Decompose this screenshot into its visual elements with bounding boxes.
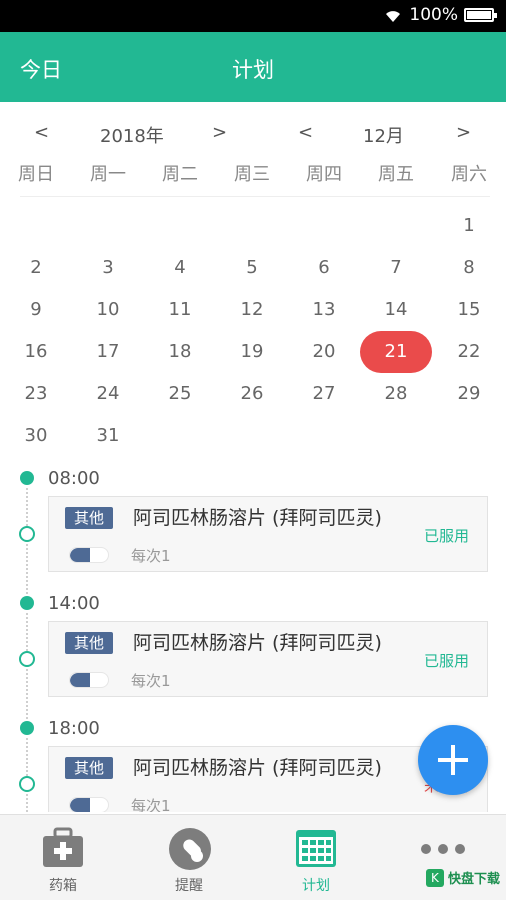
prev-month-button[interactable]: < xyxy=(298,122,313,143)
calendar-day[interactable]: 14 xyxy=(360,289,432,331)
calendar-day[interactable]: 4 xyxy=(144,247,216,289)
time-dot xyxy=(20,596,34,610)
calendar-day[interactable]: 2 xyxy=(0,247,72,289)
schedule-time: 08:00 xyxy=(48,468,100,489)
drug-name: 阿司匹林肠溶片 (拜阿司匹灵) xyxy=(133,632,382,654)
weekday-sat: 周六 xyxy=(451,164,487,185)
calendar-day[interactable]: 30 xyxy=(0,415,72,457)
timeline-marker xyxy=(19,776,35,792)
schedule-time: 18:00 xyxy=(48,718,100,739)
status-right: 100% xyxy=(383,5,497,25)
battery-text: 100% xyxy=(409,5,458,25)
pill-icon xyxy=(69,797,109,812)
calendar-day[interactable]: 31 xyxy=(72,415,144,457)
medication-card[interactable]: 其他 阿司匹林肠溶片 (拜阿司匹灵) 每次1 已服用 xyxy=(48,496,488,572)
schedule-time: 14:00 xyxy=(48,593,100,614)
calendar-day[interactable]: 29 xyxy=(433,373,505,415)
selected-day-label: 21 xyxy=(360,331,432,373)
weekday-fri: 周五 xyxy=(378,164,414,185)
weekday-thu: 周四 xyxy=(306,164,342,185)
medication-card[interactable]: 其他 阿司匹林肠溶片 (拜阿司匹灵) 每次1 已服用 xyxy=(48,621,488,697)
calendar-day[interactable]: 10 xyxy=(72,289,144,331)
timeline-connector xyxy=(26,794,28,812)
calendar-day[interactable]: 12 xyxy=(216,289,288,331)
taken-status[interactable]: 已服用 xyxy=(424,650,469,671)
calendar-day[interactable]: 13 xyxy=(288,289,360,331)
tab-label: 药箱 xyxy=(49,878,77,894)
reminder-icon xyxy=(169,828,211,870)
calendar-day[interactable]: 1 xyxy=(433,205,505,247)
watermark: K 快盘下载 xyxy=(425,868,500,887)
calendar-day[interactable]: 11 xyxy=(144,289,216,331)
calendar-navigation: < 2018年 > < 12月 > xyxy=(0,112,506,152)
more-dots-icon xyxy=(421,844,465,854)
calendar-day[interactable]: 23 xyxy=(0,373,72,415)
medicine-box-icon xyxy=(43,827,83,867)
bottom-tab-bar: 药箱 提醒 计划 xyxy=(0,814,506,900)
calendar-day[interactable]: 19 xyxy=(216,331,288,373)
calendar-day[interactable]: 7 xyxy=(360,247,432,289)
tab-more[interactable] xyxy=(380,815,506,901)
calendar-divider xyxy=(20,196,490,197)
status-bar: 100% xyxy=(0,0,506,32)
weekday-sun: 周日 xyxy=(18,164,54,185)
month-label: 12月 xyxy=(363,126,404,147)
add-plan-button[interactable] xyxy=(418,725,488,795)
weekday-wed: 周三 xyxy=(234,164,270,185)
calendar-day[interactable]: 25 xyxy=(144,373,216,415)
year-label: 2018年 xyxy=(100,126,164,147)
category-tag: 其他 xyxy=(65,507,113,529)
calendar-day[interactable]: 6 xyxy=(288,247,360,289)
calendar-day[interactable]: 24 xyxy=(72,373,144,415)
calendar-day[interactable]: 5 xyxy=(216,247,288,289)
wifi-icon xyxy=(386,11,401,22)
dose-text: 每次1 xyxy=(131,547,171,565)
drug-name: 阿司匹林肠溶片 (拜阿司匹灵) xyxy=(133,757,382,779)
app-header: 今日 计划 xyxy=(0,32,506,102)
calendar-day[interactable]: 28 xyxy=(360,373,432,415)
weekday-tue: 周二 xyxy=(162,164,198,185)
calendar-day-selected[interactable]: 21 xyxy=(360,331,432,373)
tab-reminder[interactable]: 提醒 xyxy=(126,815,252,901)
calendar-day[interactable]: 15 xyxy=(433,289,505,331)
weekday-mon: 周一 xyxy=(90,164,126,185)
calendar-day[interactable]: 22 xyxy=(433,331,505,373)
calendar-day[interactable]: 26 xyxy=(216,373,288,415)
dose-text: 每次1 xyxy=(131,672,171,690)
time-dot xyxy=(20,721,34,735)
calendar-icon xyxy=(296,830,336,867)
watermark-logo: K xyxy=(425,868,444,887)
calendar-day[interactable]: 9 xyxy=(0,289,72,331)
taken-status[interactable]: 已服用 xyxy=(424,525,469,546)
tab-plan[interactable]: 计划 xyxy=(253,815,379,901)
calendar-day[interactable]: 18 xyxy=(144,331,216,373)
prev-year-button[interactable]: < xyxy=(34,122,49,143)
timeline-connector xyxy=(26,544,28,594)
calendar-day[interactable]: 16 xyxy=(0,331,72,373)
timeline-marker xyxy=(19,526,35,542)
timeline-connector xyxy=(26,669,28,719)
pill-icon xyxy=(69,672,109,688)
calendar-day[interactable]: 27 xyxy=(288,373,360,415)
tab-label: 计划 xyxy=(302,878,330,894)
calendar-day[interactable]: 20 xyxy=(288,331,360,373)
time-dot xyxy=(20,471,34,485)
calendar-day[interactable]: 8 xyxy=(433,247,505,289)
category-tag: 其他 xyxy=(65,632,113,654)
page-title: 计划 xyxy=(232,58,274,82)
next-month-button[interactable]: > xyxy=(456,122,471,143)
pill-icon xyxy=(69,547,109,563)
calendar-day[interactable]: 3 xyxy=(72,247,144,289)
drug-name: 阿司匹林肠溶片 (拜阿司匹灵) xyxy=(133,507,382,529)
category-tag: 其他 xyxy=(65,757,113,779)
dose-text: 每次1 xyxy=(131,797,171,812)
tab-medicine-box[interactable]: 药箱 xyxy=(0,815,126,901)
watermark-text: 快盘下载 xyxy=(447,872,500,887)
weekday-header: 周日 周一 周二 周三 周四 周五 周六 xyxy=(0,160,506,192)
timeline-marker xyxy=(19,651,35,667)
calendar-day[interactable]: 17 xyxy=(72,331,144,373)
tab-label: 提醒 xyxy=(175,878,203,894)
next-year-button[interactable]: > xyxy=(212,122,227,143)
battery-icon xyxy=(464,8,497,22)
